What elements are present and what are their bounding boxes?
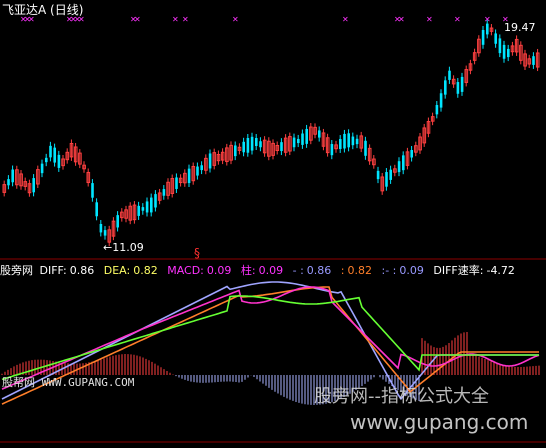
candle-down	[305, 128, 308, 144]
candle-down	[45, 157, 48, 163]
indicator-field-bar: 柱: 0.09	[240, 264, 284, 277]
candle-down	[502, 44, 506, 59]
candle-down	[297, 138, 300, 144]
signal-mark: §	[194, 246, 200, 260]
top-marker: ✕	[134, 15, 141, 24]
candle-down	[234, 145, 237, 157]
stock-chart-window[interactable]: ✕ ✕ ✕ ✕ ✕ ✕ ✕ ✕ ✕ ✕ ✕ ✕ ✕ ✕ ✕ ✕ ✕ ✕ ✕ 飞亚达A (日线) ←11.09 19.…	[0, 0, 546, 444]
candle-down	[444, 80, 447, 95]
top-marker: ✕	[172, 15, 179, 24]
candle-down	[116, 215, 119, 228]
candle-down	[339, 139, 342, 149]
indicator-field-diff-rate: DIFF速率: -4.72	[433, 264, 515, 277]
top-marker: ✕	[426, 15, 433, 24]
indicator-field-dea: DEA: 0.82	[103, 264, 158, 277]
indicator-field-7: :- :0.09	[381, 264, 424, 277]
candle-down	[494, 33, 497, 44]
candle-down	[53, 147, 56, 163]
candle-down	[57, 154, 61, 168]
candle-down	[11, 169, 14, 183]
candle-down	[246, 138, 250, 153]
candle-down	[498, 38, 502, 54]
candle-down	[318, 130, 321, 138]
indicator-field-6: :0.82	[340, 264, 372, 277]
candle-down	[259, 141, 262, 148]
candle-down	[95, 202, 98, 217]
candle-down	[250, 136, 254, 151]
indicator-field-macd: MACD: 0.09	[167, 264, 232, 277]
indicator-field-diff: DIFF: 0.86	[39, 264, 95, 277]
watermark-left: 股帮网 WWW.GUPANG.COM	[2, 376, 135, 389]
candle-down	[364, 140, 367, 156]
candle-down	[385, 172, 388, 187]
top-marker: ✕	[232, 15, 239, 24]
candle-down	[280, 142, 283, 152]
candle-down	[410, 150, 413, 158]
candle-down	[486, 23, 489, 35]
candle-down	[162, 189, 166, 196]
indicator-header: 股旁网 DIFF: 0.86 DEA: 0.82 MACD: 0.09 柱: 0.09 …	[0, 262, 521, 277]
candle-down	[343, 133, 346, 149]
candle-down	[435, 105, 439, 115]
low-price-label: ←11.09	[103, 241, 144, 254]
top-marker: ✕	[342, 15, 349, 24]
candle-down	[402, 155, 405, 171]
candle-down	[40, 163, 44, 174]
candle-down	[255, 138, 258, 146]
candle-down	[376, 170, 380, 180]
candle-down	[150, 197, 153, 213]
candle-down	[448, 70, 451, 80]
top-marker: ✕	[484, 15, 491, 24]
candle-down	[187, 168, 191, 184]
candle-down	[507, 48, 510, 58]
candle-down	[145, 201, 149, 213]
top-marker: ✕	[454, 15, 461, 24]
candle-down	[91, 183, 94, 198]
candle-down	[330, 144, 334, 156]
indicator-name: 股旁网	[0, 264, 33, 277]
candle-down	[481, 30, 485, 45]
candle-down	[347, 133, 350, 148]
candle-down	[397, 161, 401, 173]
watermark-url: www.gupang.com	[350, 410, 529, 434]
candle-down	[532, 56, 535, 65]
candle-down	[103, 230, 107, 236]
candle-down	[141, 207, 145, 211]
candle-down	[460, 76, 464, 92]
candle-down	[196, 166, 199, 176]
top-marker: ✕	[398, 15, 405, 24]
candle-down	[439, 93, 443, 108]
candle-down	[389, 169, 392, 180]
top-marker: ✕	[182, 15, 189, 24]
candle-down	[175, 177, 178, 189]
candle-down	[32, 178, 35, 193]
candle-down	[49, 145, 52, 158]
indicator-field-5: - :0.86	[292, 264, 332, 277]
high-price-label: 19.47	[504, 21, 536, 34]
candle-down	[242, 141, 245, 153]
candle-down	[99, 223, 103, 233]
candle-down	[208, 153, 212, 169]
candle-down	[301, 133, 304, 145]
chart-title: 飞亚达A (日线)	[2, 3, 84, 17]
candle-down	[137, 205, 140, 216]
candle-down	[351, 136, 355, 146]
candle-down	[154, 194, 157, 208]
candle-down	[7, 179, 10, 186]
watermark-cn: 股旁网--指标公式大全	[314, 386, 489, 407]
candle-down	[200, 165, 203, 171]
candle-down	[355, 138, 359, 145]
candle-down	[456, 82, 460, 94]
candle-down	[292, 137, 296, 148]
